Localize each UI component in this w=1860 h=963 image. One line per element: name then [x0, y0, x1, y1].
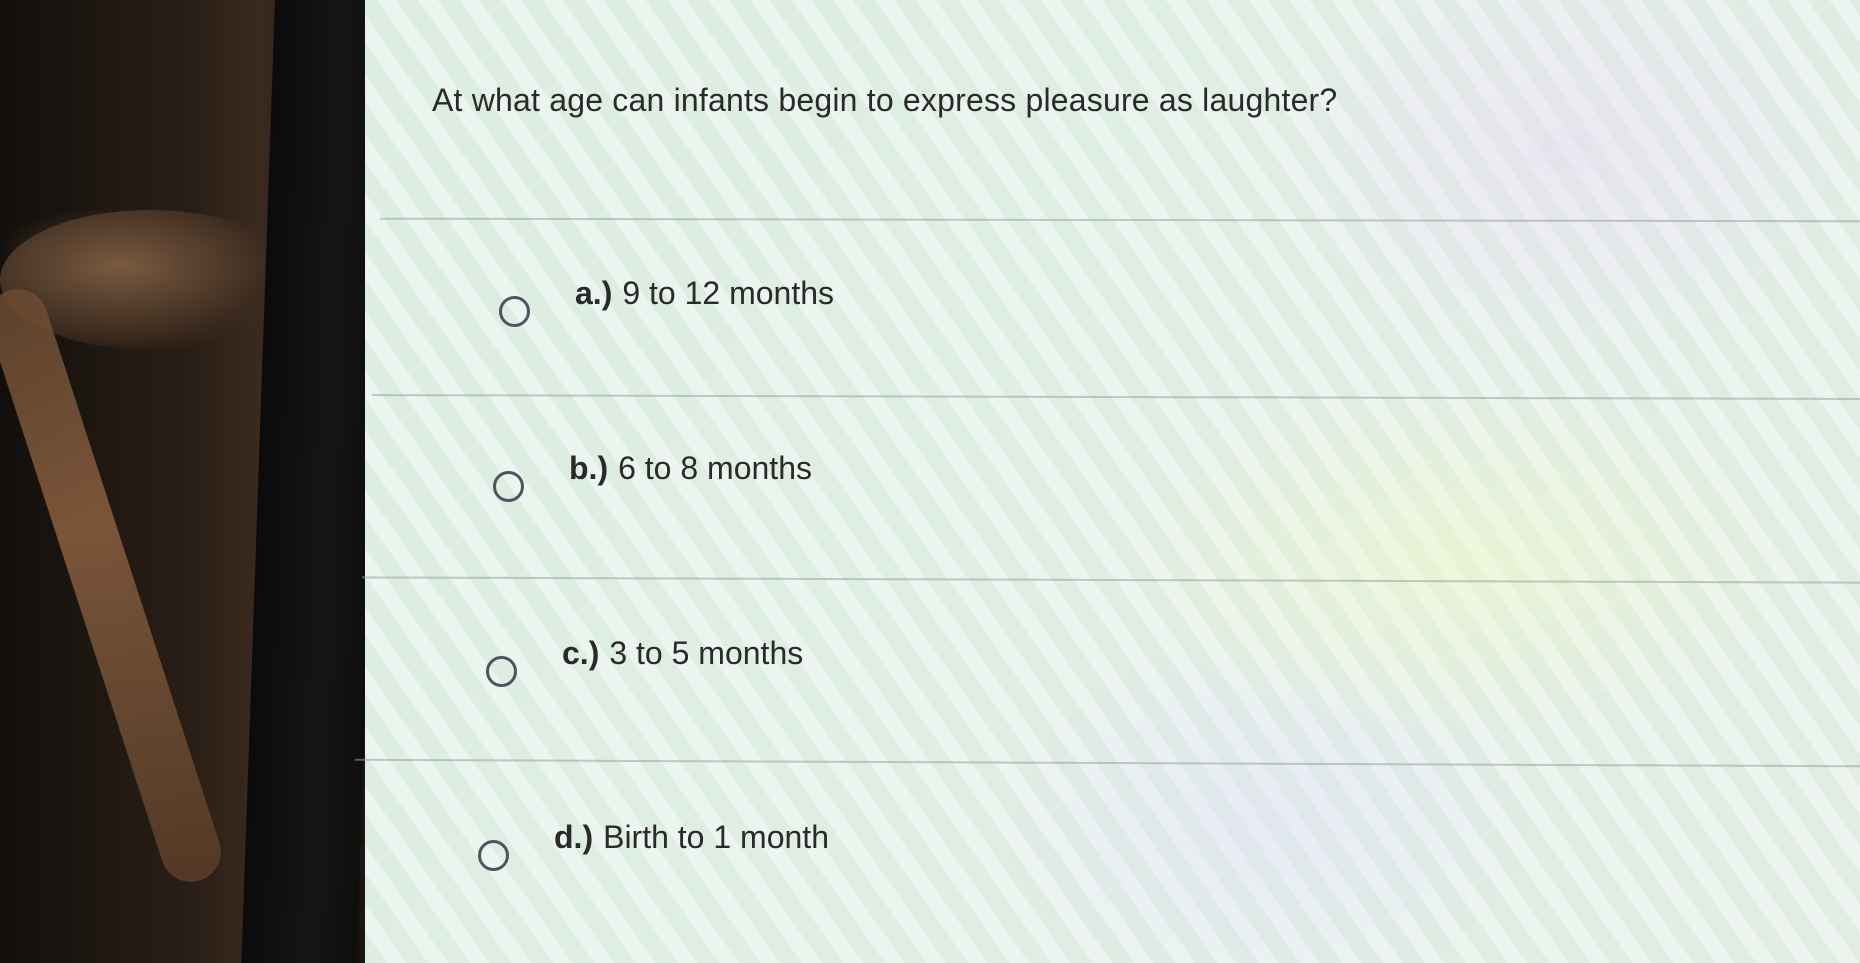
- answer-option-b[interactable]: b.) 6 to 8 months: [493, 450, 812, 502]
- radio-circle-icon[interactable]: [486, 656, 517, 687]
- background-stripe: [0, 281, 229, 890]
- option-value: Birth to 1 month: [603, 819, 829, 855]
- answer-option-a[interactable]: a.) 9 to 12 months: [499, 275, 834, 327]
- radio-circle-icon[interactable]: [478, 840, 509, 871]
- option-label: b.) 6 to 8 months: [569, 450, 812, 487]
- option-letter: b.): [569, 450, 609, 486]
- option-value: 3 to 5 months: [609, 635, 804, 671]
- option-letter: a.): [575, 275, 613, 311]
- question-text: At what age can infants begin to express…: [432, 82, 1338, 118]
- option-letter: d.): [554, 819, 594, 855]
- option-label: c.) 3 to 5 months: [562, 635, 803, 672]
- radio-circle-icon[interactable]: [493, 471, 524, 502]
- option-letter: c.): [562, 635, 600, 671]
- radio-circle-icon[interactable]: [499, 296, 530, 327]
- option-label: a.) 9 to 12 months: [575, 275, 834, 312]
- photo-scene: At what age can infants begin to express…: [0, 0, 1860, 963]
- option-value: 6 to 8 months: [618, 450, 812, 486]
- answer-option-d[interactable]: d.) Birth to 1 month: [478, 819, 829, 871]
- option-label: d.) Birth to 1 month: [554, 819, 829, 856]
- answer-option-c[interactable]: c.) 3 to 5 months: [486, 635, 803, 687]
- option-value: 9 to 12 months: [622, 275, 835, 311]
